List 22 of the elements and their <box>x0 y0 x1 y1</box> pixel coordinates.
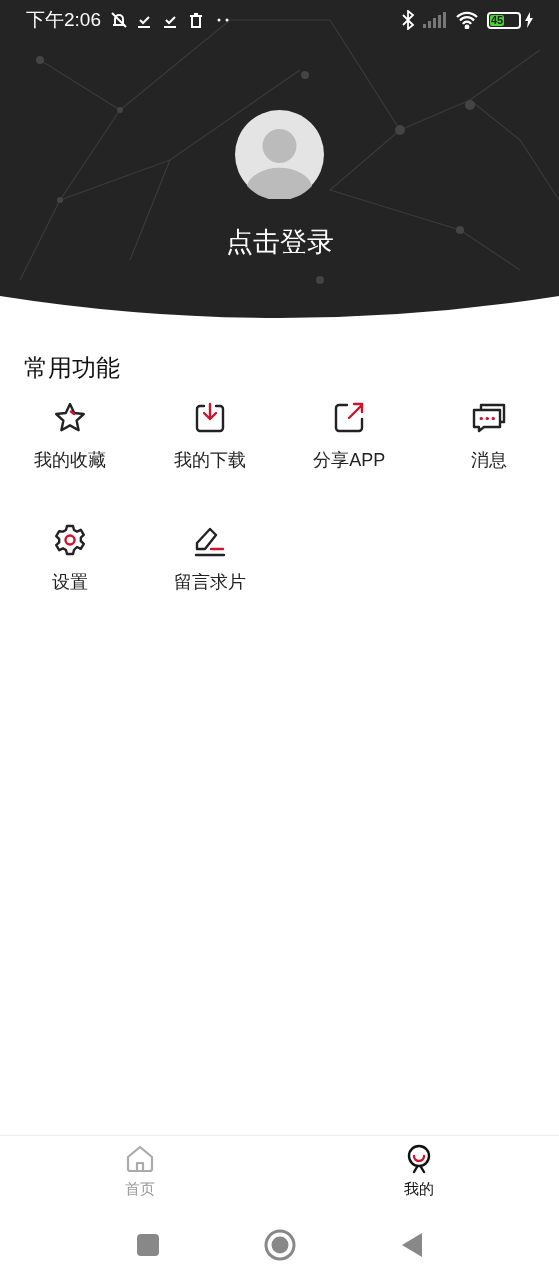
bluetooth-icon <box>401 10 415 30</box>
battery-level-text: 45 <box>490 14 505 26</box>
recents-button[interactable] <box>136 1233 159 1256</box>
login-button[interactable]: 点击登录 <box>225 225 334 259</box>
section-title: 常用功能 <box>24 353 121 383</box>
muted-bell-icon <box>109 10 129 30</box>
status-time: 下午2:06 <box>26 7 101 32</box>
feature-button[interactable]: 分享APP <box>279 396 420 496</box>
tab[interactable]: 我的 <box>279 1136 559 1215</box>
home-icon <box>124 1144 155 1174</box>
more-icon <box>217 18 229 22</box>
feature-button[interactable]: 我的收藏 <box>0 396 140 496</box>
feature-button[interactable]: 我的下载 <box>139 396 280 496</box>
charging-icon <box>525 12 533 28</box>
home-button[interactable] <box>263 1228 296 1261</box>
signal-icon <box>423 12 447 28</box>
feature-button[interactable]: 消息 <box>419 396 559 496</box>
feature-button[interactable]: 设置 <box>0 518 140 618</box>
back-button[interactable] <box>400 1231 423 1258</box>
feature-button[interactable]: 留言求片 <box>139 518 280 618</box>
trash-icon <box>189 10 203 30</box>
wifi-icon <box>455 11 479 29</box>
